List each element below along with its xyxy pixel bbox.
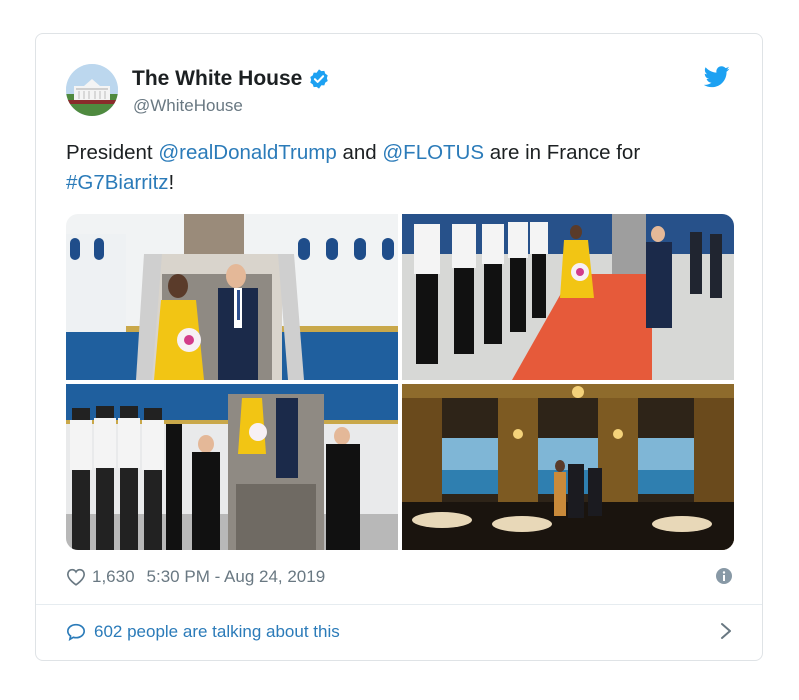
conversation-link[interactable]: 602 people are talking about this bbox=[66, 622, 734, 642]
divider bbox=[36, 604, 762, 605]
author-handle[interactable]: @WhiteHouse bbox=[133, 96, 243, 116]
photo-red-carpet-image bbox=[402, 214, 734, 380]
tweet-text-mid2: are in France for bbox=[484, 141, 641, 164]
verified-badge-icon bbox=[310, 69, 329, 89]
info-icon[interactable] bbox=[716, 568, 732, 584]
photo-honor-guard[interactable] bbox=[66, 384, 398, 550]
photo-honor-guard-image bbox=[66, 384, 398, 550]
mention-link-flotus[interactable]: @FLOTUS bbox=[382, 141, 484, 164]
tweet-text-suffix: ! bbox=[168, 171, 175, 194]
photo-red-carpet[interactable] bbox=[402, 214, 734, 380]
photo-airplane-steps[interactable] bbox=[66, 214, 398, 380]
conversation-label[interactable]: 602 people are talking about this bbox=[94, 622, 340, 642]
tweet-text: President @realDonaldTrump and @FLOTUS a… bbox=[66, 138, 736, 198]
tweet-timestamp[interactable]: 5:30 PM - Aug 24, 2019 bbox=[147, 567, 326, 587]
avatar[interactable] bbox=[66, 64, 118, 116]
like-count[interactable]: 1,630 bbox=[92, 567, 135, 587]
hashtag-link-g7biarritz[interactable]: #G7Biarritz bbox=[66, 171, 169, 194]
tweet-meta: 1,630 5:30 PM - Aug 24, 2019 bbox=[66, 567, 734, 587]
photo-window-view-image bbox=[402, 384, 734, 550]
twitter-bird-icon[interactable] bbox=[704, 66, 730, 88]
photo-window-view[interactable] bbox=[402, 384, 734, 550]
tweet-card: The White House @WhiteHouse President @r… bbox=[35, 33, 763, 661]
photo-airplane-steps-image bbox=[66, 214, 398, 380]
media-grid bbox=[66, 214, 734, 550]
tweet-text-mid: and bbox=[336, 141, 383, 164]
tweet-text-prefix: President bbox=[66, 141, 159, 164]
author-name[interactable]: The White House bbox=[132, 67, 302, 91]
chevron-right-icon[interactable] bbox=[720, 622, 732, 640]
mention-link-realdonaldtrump[interactable]: @realDonaldTrump bbox=[158, 141, 336, 164]
heart-icon[interactable] bbox=[66, 568, 86, 586]
white-house-avatar-image bbox=[66, 64, 118, 116]
author-name-row[interactable]: The White House bbox=[132, 67, 330, 91]
reply-bubble-icon bbox=[66, 623, 86, 641]
